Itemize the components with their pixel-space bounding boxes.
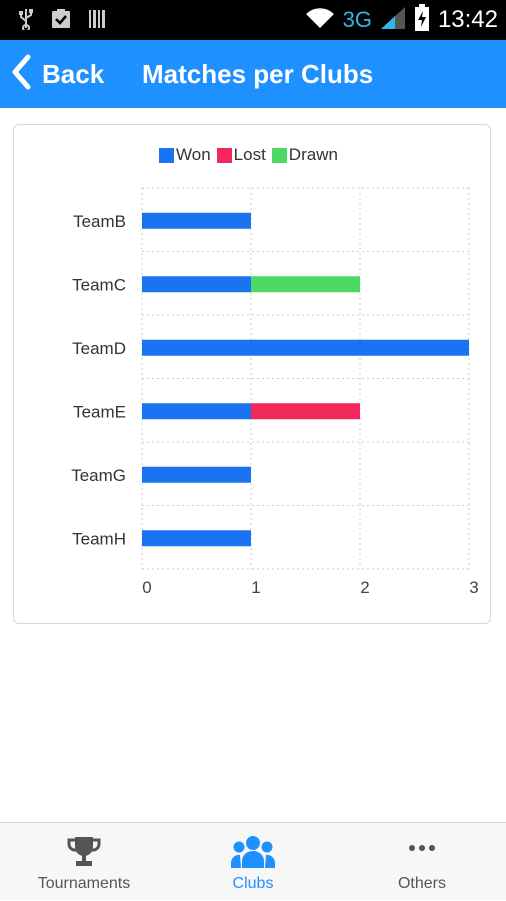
bar-won (142, 403, 251, 420)
matches-bar-chart: TeamB TeamC TeamD TeamE TeamG TeamH 0 1 2 3 (71, 187, 479, 597)
bar-drawn (251, 276, 360, 293)
signal-icon (380, 6, 406, 35)
nav-clubs[interactable]: Clubs (169, 823, 337, 901)
usb-icon (18, 8, 34, 35)
clock: 13:42 (437, 6, 498, 33)
chevron-left-icon (10, 54, 32, 95)
bottom-nav: Tournaments Clubs Others (0, 822, 506, 900)
trophy-icon (66, 835, 102, 872)
group-icon (230, 835, 276, 874)
category-label: TeamE (73, 402, 126, 421)
bar-lost (251, 403, 360, 420)
more-dots-icon (407, 841, 437, 859)
category-label: TeamG (71, 466, 126, 485)
clipboard-check-icon (50, 8, 72, 35)
bar-won (142, 530, 251, 547)
status-bar: 3G 13:42 (0, 0, 506, 40)
bar-won (142, 466, 251, 483)
chart-card: Won Lost Drawn TeamB TeamC TeamD TeamE TeamG… (13, 124, 491, 624)
nav-others[interactable]: Others (338, 823, 506, 901)
category-label: TeamC (72, 275, 126, 294)
category-label: TeamB (73, 212, 126, 231)
bar-won (142, 212, 251, 229)
page-title: Matches per Clubs (142, 59, 374, 89)
back-label: Back (42, 58, 105, 89)
app-header: Back Matches per Clubs (0, 40, 506, 108)
bar-won (142, 276, 251, 293)
x-tick-label: 2 (360, 578, 369, 597)
battery-charging-icon (414, 3, 430, 37)
nav-label-clubs: Clubs (232, 875, 274, 892)
nav-tournaments[interactable]: Tournaments (0, 823, 168, 901)
nav-label-tournaments: Tournaments (37, 875, 131, 892)
nav-label-others: Others (397, 875, 446, 892)
back-button[interactable]: Back (10, 50, 104, 98)
x-tick-label: 3 (469, 578, 478, 597)
category-label: TeamD (72, 339, 126, 358)
barcode-icon (88, 8, 106, 35)
category-label: TeamH (72, 529, 126, 548)
network-type: 3G (342, 7, 372, 32)
x-tick-label: 0 (142, 578, 151, 597)
x-tick-label: 1 (251, 578, 260, 597)
wifi-icon (305, 6, 335, 35)
bar-won (142, 339, 469, 356)
